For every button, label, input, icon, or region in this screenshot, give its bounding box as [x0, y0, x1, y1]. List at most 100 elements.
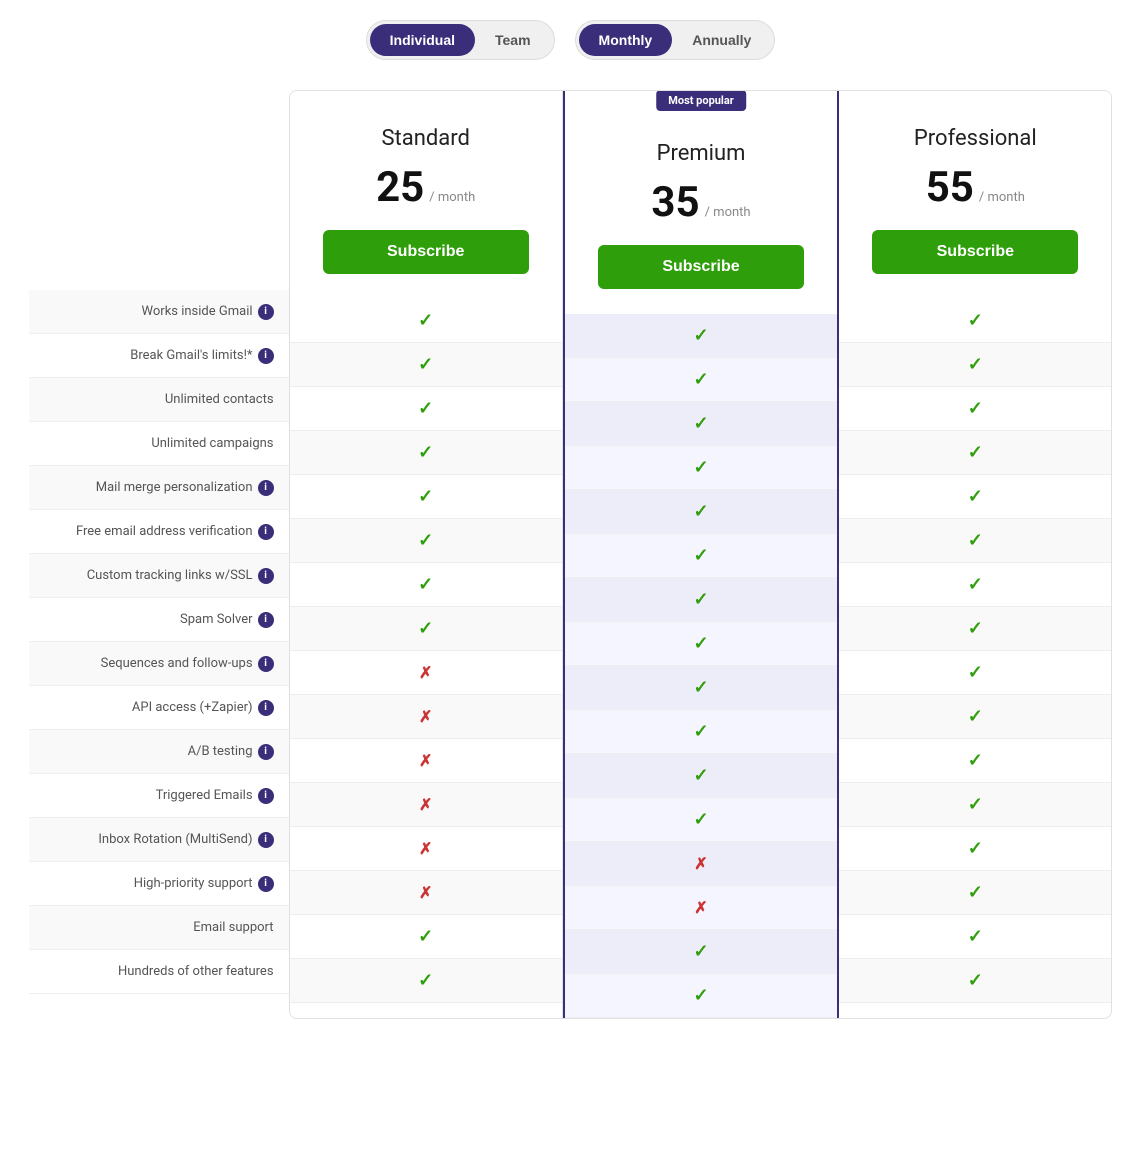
- check-icon: ✓: [693, 677, 708, 698]
- feature-label-text: Works inside Gmail: [142, 304, 253, 319]
- feature-cell-professional-4: ✓: [839, 431, 1111, 475]
- plan-standard-subscribe[interactable]: Subscribe: [323, 230, 529, 274]
- feature-label-text: High-priority support: [134, 876, 253, 891]
- feature-cell-standard-7: ✓: [290, 563, 562, 607]
- feature-cell-professional-13: ✓: [839, 827, 1111, 871]
- cross-icon: ✗: [419, 839, 432, 858]
- feature-cell-premium-11: ✓: [565, 754, 837, 798]
- check-icon: ✓: [418, 970, 433, 991]
- info-icon[interactable]: i: [258, 744, 274, 760]
- plan-premium-subscribe[interactable]: Subscribe: [598, 245, 804, 289]
- feature-label-text: Triggered Emails: [156, 788, 253, 803]
- feature-label-10: API access (+Zapier) i: [29, 686, 289, 730]
- feature-cell-standard-12: ✗: [290, 783, 562, 827]
- plan-premium: Most popular Premium 35 / month Subscrib…: [563, 91, 839, 1018]
- check-icon: ✓: [968, 530, 983, 551]
- feature-cell-professional-16: ✓: [839, 959, 1111, 1003]
- feature-cell-standard-11: ✗: [290, 739, 562, 783]
- plan-premium-header: Premium 35 / month Subscribe: [565, 91, 837, 314]
- check-icon: ✓: [968, 662, 983, 683]
- check-icon: ✓: [418, 574, 433, 595]
- feature-cell-premium-2: ✓: [565, 358, 837, 402]
- plan-premium-amount: 35: [651, 178, 699, 227]
- info-icon[interactable]: i: [258, 304, 274, 320]
- feature-cell-premium-4: ✓: [565, 446, 837, 490]
- plan-professional-subscribe[interactable]: Subscribe: [872, 230, 1078, 274]
- plan-standard-header: Standard 25 / month Subscribe: [290, 91, 562, 299]
- feature-label-14: High-priority support i: [29, 862, 289, 906]
- feature-label-7: Custom tracking links w/SSL i: [29, 554, 289, 598]
- plan-standard: Standard 25 / month Subscribe ✓ ✓ ✓ ✓ ✓ …: [290, 91, 563, 1018]
- info-icon[interactable]: i: [258, 700, 274, 716]
- plan-premium-period: / month: [705, 205, 751, 220]
- check-icon: ✓: [418, 310, 433, 331]
- cross-icon: ✗: [694, 898, 707, 917]
- plan-type-toggle: Individual Team: [366, 20, 555, 60]
- feature-label-text: Hundreds of other features: [118, 964, 274, 979]
- feature-cell-professional-9: ✓: [839, 651, 1111, 695]
- check-icon: ✓: [693, 325, 708, 346]
- feature-cell-standard-15: ✓: [290, 915, 562, 959]
- check-icon: ✓: [968, 574, 983, 595]
- info-icon[interactable]: i: [258, 568, 274, 584]
- plans-wrapper: Standard 25 / month Subscribe ✓ ✓ ✓ ✓ ✓ …: [289, 90, 1113, 1019]
- feature-cell-professional-3: ✓: [839, 387, 1111, 431]
- feature-cell-premium-9: ✓: [565, 666, 837, 710]
- toggle-team[interactable]: Team: [475, 24, 551, 56]
- check-icon: ✓: [968, 706, 983, 727]
- feature-cell-professional-5: ✓: [839, 475, 1111, 519]
- feature-label-text: Break Gmail's limits!*: [130, 348, 252, 363]
- check-icon: ✓: [693, 545, 708, 566]
- check-icon: ✓: [418, 398, 433, 419]
- cross-icon: ✗: [419, 663, 432, 682]
- check-icon: ✓: [968, 398, 983, 419]
- feature-label-text: A/B testing: [188, 744, 253, 759]
- feature-label-1: Works inside Gmail i: [29, 290, 289, 334]
- check-icon: ✓: [693, 721, 708, 742]
- most-popular-badge: Most popular: [656, 90, 746, 111]
- feature-cell-premium-1: ✓: [565, 314, 837, 358]
- info-icon[interactable]: i: [258, 612, 274, 628]
- feature-cell-professional-8: ✓: [839, 607, 1111, 651]
- check-icon: ✓: [418, 926, 433, 947]
- feature-label-text: API access (+Zapier): [132, 700, 253, 715]
- check-icon: ✓: [968, 970, 983, 991]
- check-icon: ✓: [968, 838, 983, 859]
- plan-standard-price: 25 / month: [376, 163, 475, 212]
- check-icon: ✓: [418, 442, 433, 463]
- feature-cell-premium-8: ✓: [565, 622, 837, 666]
- info-icon[interactable]: i: [258, 480, 274, 496]
- toggle-annually[interactable]: Annually: [672, 24, 771, 56]
- info-icon[interactable]: i: [258, 876, 274, 892]
- pricing-page: Individual Team Monthly Annually Works i…: [0, 0, 1141, 1059]
- info-icon[interactable]: i: [258, 788, 274, 804]
- check-icon: ✓: [968, 882, 983, 903]
- info-icon[interactable]: i: [258, 656, 274, 672]
- info-icon[interactable]: i: [258, 524, 274, 540]
- feature-cell-professional-15: ✓: [839, 915, 1111, 959]
- check-icon: ✓: [693, 985, 708, 1006]
- plan-professional-price: 55 / month: [926, 163, 1025, 212]
- feature-cell-standard-14: ✗: [290, 871, 562, 915]
- feature-label-16: Hundreds of other features: [29, 950, 289, 994]
- toggle-monthly[interactable]: Monthly: [579, 24, 673, 56]
- check-icon: ✓: [418, 354, 433, 375]
- feature-cell-standard-1: ✓: [290, 299, 562, 343]
- check-icon: ✓: [968, 442, 983, 463]
- cross-icon: ✗: [694, 854, 707, 873]
- feature-cell-professional-7: ✓: [839, 563, 1111, 607]
- feature-label-text: Custom tracking links w/SSL: [87, 568, 253, 583]
- check-icon: ✓: [693, 633, 708, 654]
- info-icon[interactable]: i: [258, 348, 274, 364]
- feature-label-text: Mail merge personalization: [96, 480, 253, 495]
- check-icon: ✓: [968, 794, 983, 815]
- feature-label-text: Email support: [193, 920, 273, 935]
- plan-premium-price: 35 / month: [651, 178, 750, 227]
- plan-professional-amount: 55: [926, 163, 974, 212]
- plan-professional-period: / month: [979, 190, 1025, 205]
- feature-cell-premium-15: ✓: [565, 930, 837, 974]
- info-icon[interactable]: i: [258, 832, 274, 848]
- check-icon: ✓: [968, 618, 983, 639]
- toggle-individual[interactable]: Individual: [370, 24, 475, 56]
- feature-label-9: Sequences and follow-upsi: [29, 642, 289, 686]
